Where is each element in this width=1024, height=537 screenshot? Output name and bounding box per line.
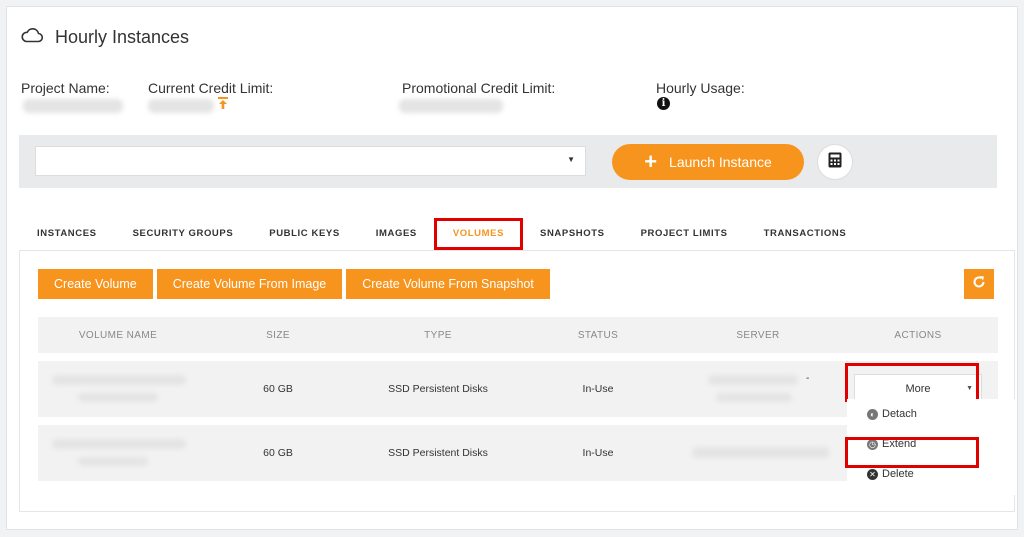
tab-instances[interactable]: INSTANCES	[19, 219, 115, 249]
calculator-button[interactable]	[817, 144, 853, 180]
volumes-table: VOLUME NAME SIZE TYPE STATUS SERVER ACTI…	[38, 317, 998, 481]
create-volume-button[interactable]: Create Volume	[38, 269, 153, 299]
size-cell: 60 GB	[263, 447, 293, 459]
table-header: VOLUME NAME SIZE TYPE STATUS SERVER ACTI…	[38, 317, 998, 353]
tab-security-groups[interactable]: SECURITY GROUPS	[115, 219, 252, 249]
refresh-button[interactable]	[964, 269, 994, 299]
main-panel: Hourly Instances Project Name: Current C…	[6, 6, 1018, 530]
volume-name-cell	[38, 361, 198, 417]
detach-icon: ◐	[867, 408, 878, 420]
type-cell: SSD Persistent Disks	[388, 383, 488, 395]
column-header-size: SIZE	[266, 329, 290, 341]
cloud-icon	[21, 27, 44, 48]
launch-instance-button[interactable]: + Launch Instance	[612, 144, 804, 180]
server-redacted	[692, 447, 830, 458]
create-volume-from-snapshot-button[interactable]: Create Volume From Snapshot	[346, 269, 550, 299]
server-cell: -	[678, 361, 838, 417]
server-redacted	[708, 375, 798, 385]
project-select[interactable]: ▼	[35, 146, 586, 176]
menu-item-detach[interactable]: ◐ Detach	[847, 399, 1017, 429]
column-header-status: STATUS	[577, 329, 619, 341]
column-header-actions: ACTIONS	[894, 329, 942, 341]
highlight-box-more	[845, 363, 979, 402]
launch-instance-label: Launch Instance	[669, 154, 772, 170]
server-redacted-line2	[716, 393, 792, 402]
server-cell	[678, 425, 838, 481]
size-cell: 60 GB	[263, 383, 293, 395]
tab-public-keys[interactable]: PUBLIC KEYS	[251, 219, 357, 249]
arrow-up-icon[interactable]	[218, 96, 228, 114]
create-volume-from-image-button[interactable]: Create Volume From Image	[156, 269, 343, 299]
delete-icon: ✕	[867, 468, 878, 480]
project-name-label: Project Name:	[21, 80, 110, 96]
instance-toolbar: ▼ + Launch Instance	[19, 135, 997, 188]
tab-volumes[interactable]: VOLUMES	[433, 218, 524, 250]
current-credit-value-redacted	[148, 99, 214, 113]
hourly-usage-label: Hourly Usage:	[656, 80, 745, 96]
menu-item-detach-label: Detach	[882, 408, 917, 420]
volume-name-redacted	[52, 439, 186, 449]
caret-down-icon: ▼	[567, 155, 575, 164]
tab-images[interactable]: IMAGES	[358, 219, 435, 249]
column-header-server: SERVER	[736, 329, 780, 341]
project-name-value-redacted	[23, 99, 123, 113]
volume-name-cell	[38, 425, 198, 481]
tab-snapshots[interactable]: SNAPSHOTS	[522, 219, 623, 249]
type-cell: SSD Persistent Disks	[388, 447, 488, 459]
page-header: Hourly Instances	[21, 27, 189, 48]
volume-action-buttons: Create Volume Create Volume From Image C…	[38, 269, 554, 299]
highlight-box-extend	[845, 437, 979, 468]
calculator-icon	[828, 152, 842, 173]
tab-bar: INSTANCES SECURITY GROUPS PUBLIC KEYS IM…	[19, 218, 865, 250]
server-suffix: -	[806, 373, 810, 384]
volume-name-redacted-line2	[78, 457, 148, 466]
page-title: Hourly Instances	[55, 27, 190, 47]
refresh-icon	[972, 275, 986, 294]
volume-name-redacted	[52, 375, 186, 385]
menu-item-delete-label: Delete	[882, 468, 914, 480]
plus-icon: +	[644, 149, 658, 174]
status-cell: In-Use	[582, 447, 614, 459]
volume-name-redacted-line2	[78, 393, 158, 402]
status-cell: In-Use	[582, 383, 614, 395]
promo-credit-label: Promotional Credit Limit:	[402, 80, 556, 96]
tab-transactions[interactable]: TRANSACTIONS	[746, 219, 865, 249]
current-credit-label: Current Credit Limit:	[148, 80, 274, 96]
info-icon[interactable]: i	[657, 97, 670, 110]
promo-credit-value-redacted	[399, 99, 503, 113]
column-header-type: TYPE	[424, 329, 452, 341]
column-header-volume-name: VOLUME NAME	[78, 329, 158, 341]
tab-project-limits[interactable]: PROJECT LIMITS	[623, 219, 746, 249]
